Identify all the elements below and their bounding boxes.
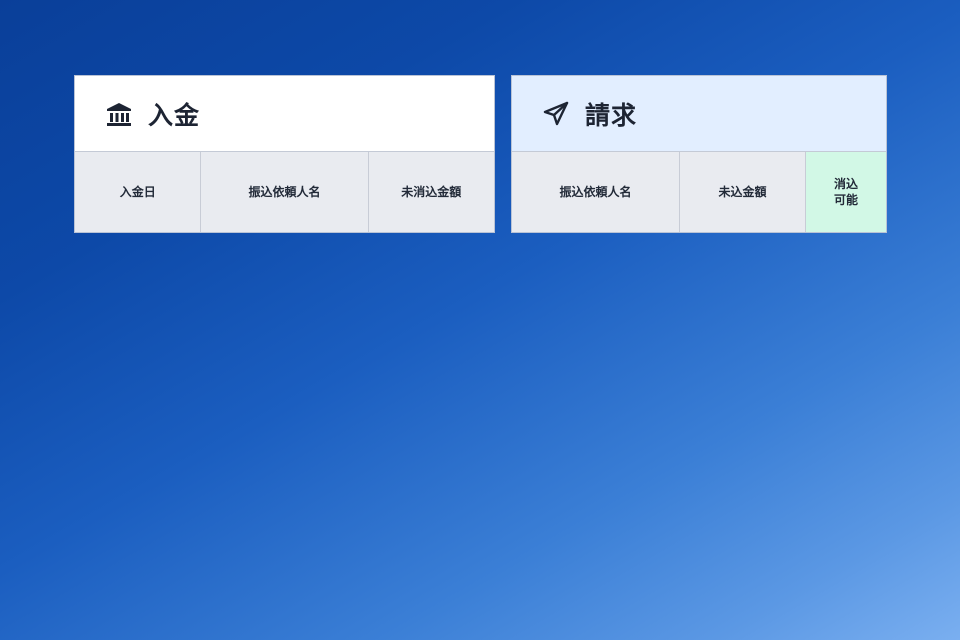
invoice-column-headers: 振込依頼人名 未込金額 消込 可能 — [512, 152, 886, 232]
column-header-remitter-name[interactable]: 振込依頼人名 — [201, 152, 369, 232]
column-header-deposit-date[interactable]: 入金日 — [75, 152, 202, 232]
invoice-panel-header: 請求 — [512, 76, 886, 152]
column-header-outstanding-amount[interactable]: 未込金額 — [680, 152, 806, 232]
invoice-title: 請求 — [585, 100, 638, 130]
column-header-unreconciled-amount[interactable]: 未消込金額 — [368, 152, 494, 232]
deposit-title: 入金 — [148, 100, 201, 130]
deposit-panel-header: 入金 — [75, 76, 494, 152]
send-icon — [541, 99, 571, 129]
deposit-column-headers: 入金日 振込依頼人名 未消込金額 — [75, 152, 494, 232]
bank-icon — [104, 99, 134, 129]
column-header-reconcilable[interactable]: 消込 可能 — [806, 152, 886, 232]
column-header-remitter-name[interactable]: 振込依頼人名 — [512, 152, 680, 232]
invoice-panel: 請求 振込依頼人名 未込金額 消込 可能 — [511, 75, 887, 233]
deposit-panel: 入金 入金日 振込依頼人名 未消込金額 — [74, 75, 495, 233]
